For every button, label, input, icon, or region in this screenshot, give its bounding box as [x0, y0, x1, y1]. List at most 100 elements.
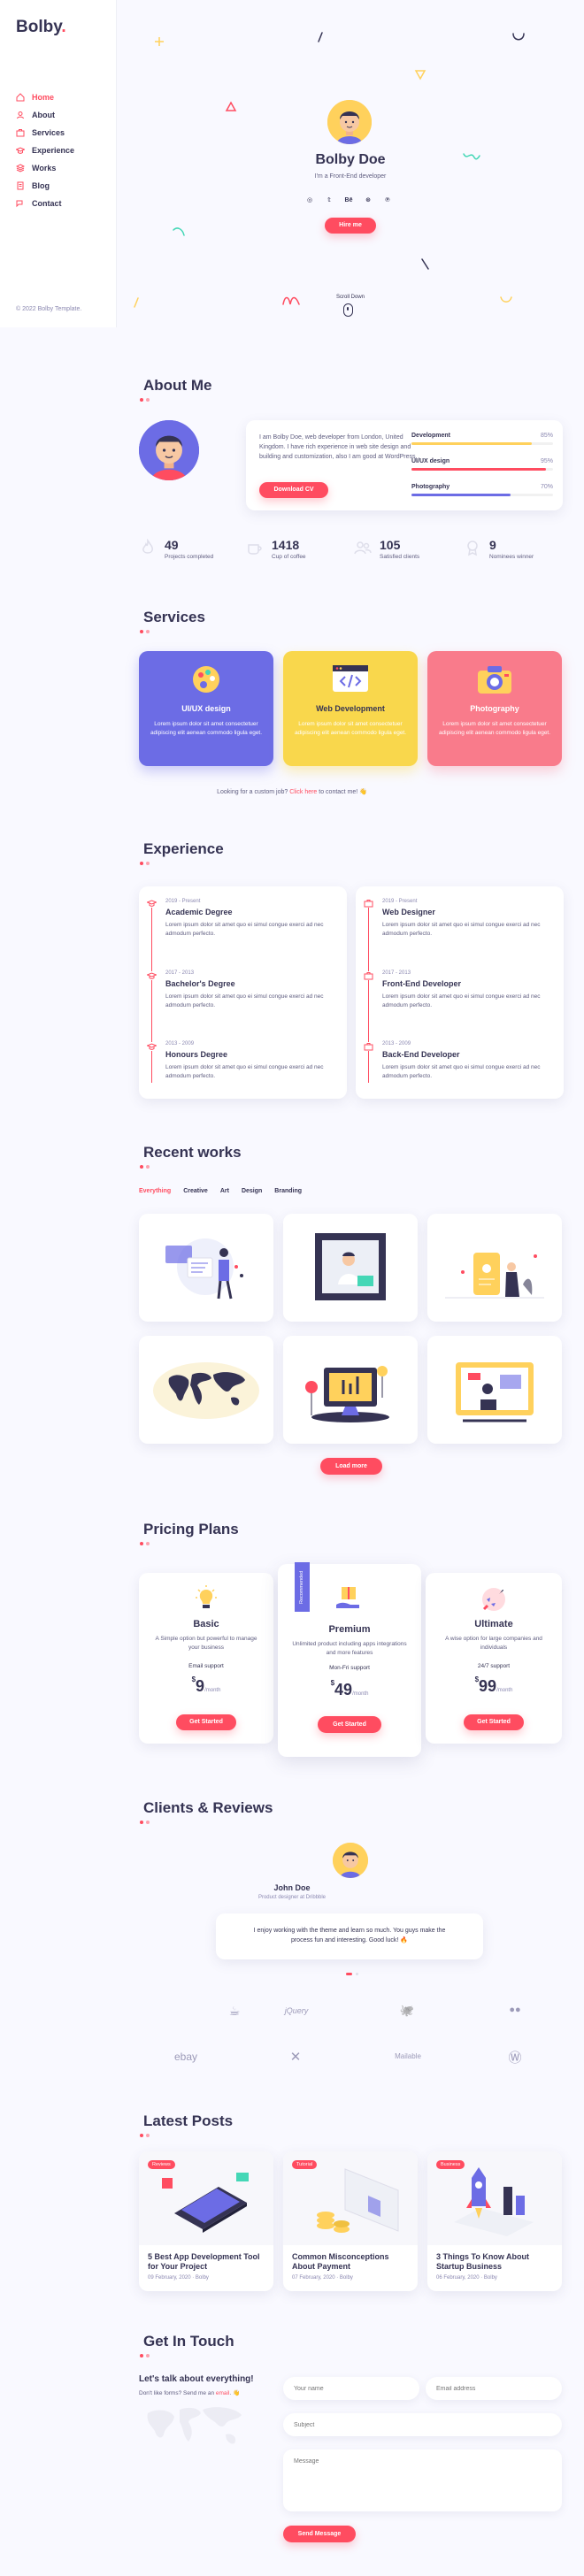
plan-period: /month	[204, 1688, 221, 1693]
mouse-icon[interactable]	[343, 303, 353, 317]
filter-everything[interactable]: Everything	[139, 1188, 171, 1194]
plan-currency: $	[474, 1675, 480, 1683]
skill-name: Development	[411, 433, 450, 439]
service-desc: Lorem ipsum dolor sit amet consectetuer …	[438, 721, 551, 736]
custom-job-link[interactable]: Click here	[289, 789, 317, 795]
behance-icon[interactable]: Bē	[342, 194, 355, 206]
plan-price: $99/month	[426, 1675, 562, 1696]
decor-shape-line	[421, 258, 429, 270]
filter-design[interactable]: Design	[242, 1188, 262, 1194]
plan-amount: 49	[334, 1681, 353, 1698]
filter-branding[interactable]: Branding	[274, 1188, 302, 1194]
gift-hand-icon	[336, 1587, 359, 1608]
nav-item-works[interactable]: Works	[16, 159, 74, 177]
cup-icon	[248, 544, 262, 555]
instagram-icon[interactable]: ◎	[304, 194, 316, 206]
name-field[interactable]	[283, 2377, 419, 2400]
note-icon	[17, 181, 24, 190]
post-title[interactable]: 5 Best App Development Tool for Your Pro…	[148, 2252, 267, 2272]
about-avatar	[139, 420, 199, 480]
blog-post[interactable]: Reviews 5 Best App Development Tool for …	[139, 2151, 273, 2291]
hero-role: I'm a Front-End developer	[314, 173, 387, 180]
post-title[interactable]: 3 Things To Know About Startup Business	[436, 2252, 556, 2272]
title-dots-decor	[140, 2134, 150, 2137]
filter-creative[interactable]: Creative	[183, 1188, 208, 1194]
service-card-uiux[interactable]: UI/UX design Lorem ipsum dolor sit amet …	[139, 651, 273, 766]
work-filters: Everything Creative Art Design Branding	[139, 1188, 302, 1194]
work-item[interactable]	[139, 1214, 273, 1322]
blog-title: Latest Posts	[143, 2112, 234, 2129]
ebay-logo[interactable]: ebay	[168, 2051, 204, 2063]
post-tag[interactable]: Reviews	[148, 2160, 175, 2169]
github-logo[interactable]: 🐙	[389, 2004, 425, 2018]
work-item[interactable]	[283, 1214, 418, 1322]
email-link[interactable]: email	[216, 2390, 230, 2396]
work-item[interactable]	[139, 1336, 273, 1444]
plan-name: Basic	[193, 1619, 219, 1629]
about-text: I am Bolby Doe, web developer from Londo…	[259, 434, 418, 460]
logo[interactable]: Bolby.	[16, 18, 66, 37]
twitter-icon[interactable]: 𝕥	[323, 194, 335, 206]
home-icon	[16, 93, 25, 102]
timeline-title: Web Designer	[382, 908, 435, 916]
timeline-date: 2013 - 2009	[165, 1041, 195, 1046]
nav-item-about[interactable]: About	[16, 106, 74, 124]
jquery-logo[interactable]: jQuery	[274, 2006, 319, 2015]
title-dots-decor	[140, 862, 150, 865]
xamarin-logo[interactable]: ✕	[278, 2049, 313, 2065]
timeline-title: Honours Degree	[165, 1050, 228, 1059]
avatar-illustration	[139, 420, 199, 480]
post-tag[interactable]: Business	[436, 2160, 465, 2169]
service-card-photography[interactable]: Photography Lorem ipsum dolor sit amet c…	[427, 651, 562, 766]
pinterest-icon[interactable]: ℗	[381, 194, 394, 206]
hire-me-button[interactable]: Hire me	[325, 218, 376, 234]
work-item[interactable]	[427, 1214, 562, 1322]
post-title[interactable]: Common Misconceptions About Payment	[292, 2252, 411, 2272]
nav-item-experience[interactable]: Experience	[16, 142, 74, 159]
timeline-line	[368, 902, 369, 1083]
work-illustration	[165, 1238, 243, 1300]
nav-item-home[interactable]: Home	[16, 88, 74, 106]
plan-desc: A Simple option but powerful to manage y…	[155, 1636, 257, 1651]
mailable-logo[interactable]: Mailable	[386, 2052, 430, 2060]
post-meta: 06 February, 2020 · Bolby	[436, 2275, 497, 2281]
work-item[interactable]	[283, 1336, 418, 1444]
plan-desc: A wise option for large companies and in…	[445, 1636, 542, 1651]
dribbble-icon[interactable]: ⊛	[362, 194, 374, 206]
service-title: Photography	[470, 704, 519, 713]
email-field[interactable]	[426, 2377, 562, 2400]
load-more-button[interactable]: Load more	[320, 1458, 382, 1475]
wordpress-logo[interactable]: Ⓦ	[497, 2048, 533, 2066]
timeline-line	[151, 902, 152, 1083]
blog-post[interactable]: Business 3 Things To Know About Startup …	[427, 2151, 562, 2291]
java-logo[interactable]: ☕	[217, 2004, 252, 2019]
work-illustration	[445, 1253, 544, 1299]
skill-percent: 70%	[540, 484, 553, 490]
get-started-button[interactable]: Get Started	[464, 1714, 524, 1730]
subject-field[interactable]	[283, 2413, 562, 2436]
post-meta: 07 February, 2020 · Bolby	[292, 2275, 353, 2281]
nav-item-contact[interactable]: Contact	[16, 195, 74, 212]
message-field[interactable]	[283, 2450, 562, 2511]
nav-item-blog[interactable]: Blog	[16, 177, 74, 195]
review-quote: I enjoy working with the theme and learn…	[216, 1913, 483, 1959]
blog-post[interactable]: Tutorial Common Misconceptions About Pay…	[283, 2151, 418, 2291]
graduation-icon	[16, 147, 25, 154]
reviewer-role: Product designer at Dribbble	[257, 1895, 327, 1900]
send-message-button[interactable]: Send Message	[283, 2526, 356, 2542]
download-cv-button[interactable]: Download CV	[259, 482, 328, 498]
plan-amount: 9	[196, 1677, 205, 1695]
filter-art[interactable]: Art	[220, 1188, 229, 1194]
get-started-button[interactable]: Get Started	[318, 1716, 381, 1733]
service-desc: Lorem ipsum dolor sit amet consectetuer …	[150, 721, 263, 736]
post-tag[interactable]: Tutorial	[292, 2160, 318, 2169]
get-started-button[interactable]: Get Started	[176, 1714, 236, 1730]
rocket-icon	[482, 1588, 505, 1611]
carousel-dot-active[interactable]	[346, 1973, 352, 1975]
work-item[interactable]	[427, 1336, 562, 1444]
work-illustration	[315, 1233, 386, 1300]
flickr-logo[interactable]: ●●	[497, 2005, 533, 2015]
service-card-webdev[interactable]: Web Development Lorem ipsum dolor sit am…	[283, 651, 418, 766]
nav-item-services[interactable]: Services	[16, 124, 74, 142]
carousel-dot[interactable]	[356, 1973, 358, 1975]
